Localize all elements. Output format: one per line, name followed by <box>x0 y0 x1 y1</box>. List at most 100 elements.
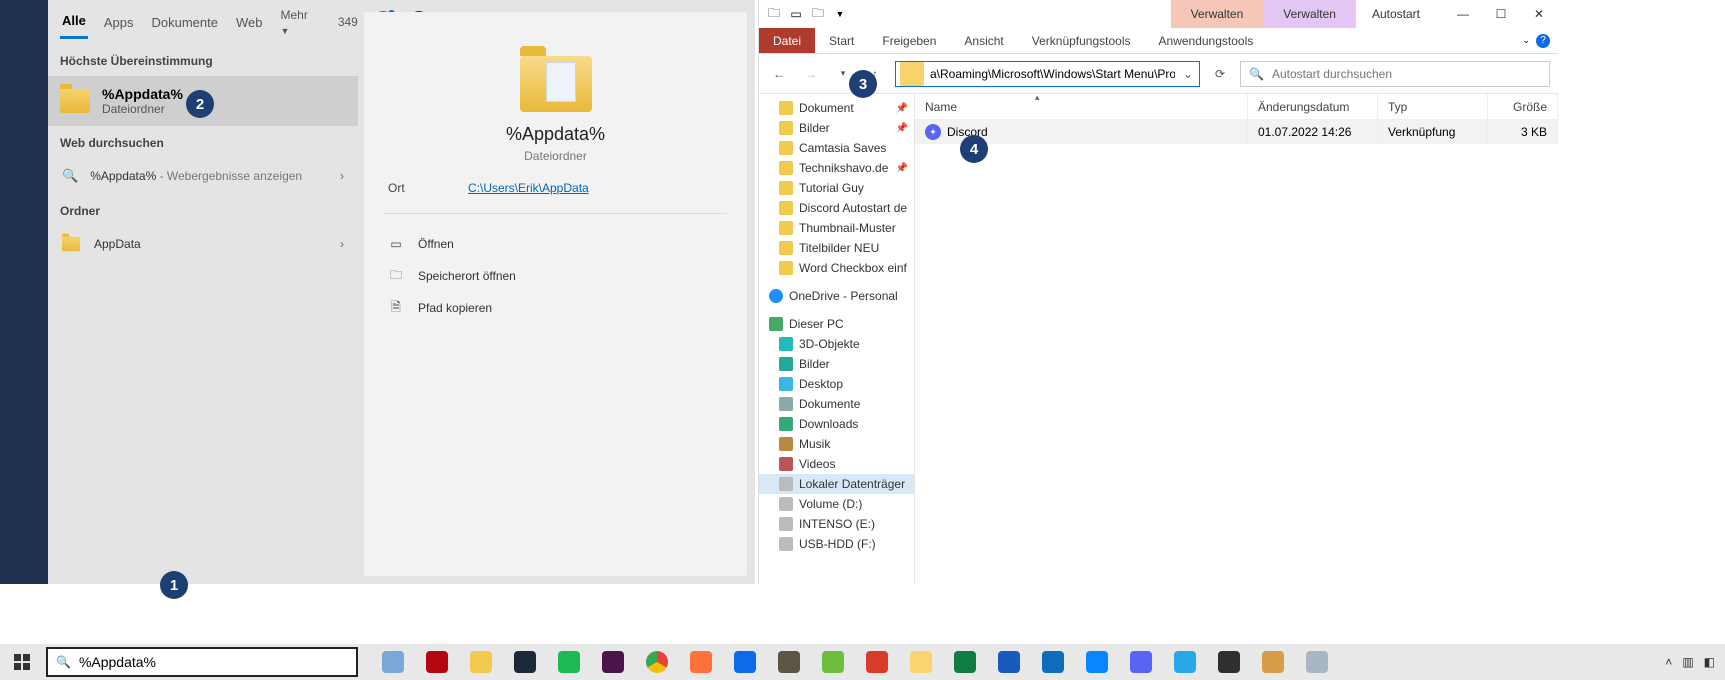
taskbar-app-thunderbird[interactable] <box>1086 651 1108 673</box>
nav-item-pictures[interactable]: Bilder📌 <box>759 118 914 138</box>
taskbar-app-obs[interactable] <box>1218 651 1240 673</box>
folder-icon[interactable]: 🗀 <box>765 5 783 23</box>
taskbar-app-explorer[interactable] <box>470 651 492 673</box>
nav-item-technikshavo[interactable]: Technikshavo.de📌 <box>759 158 914 178</box>
col-type[interactable]: Typ <box>1378 94 1488 119</box>
ribbon-tab-app-tools[interactable]: Anwendungstools <box>1145 28 1268 53</box>
taskbar-app-audacity[interactable] <box>910 651 932 673</box>
taskbar-app-discord[interactable] <box>1130 651 1152 673</box>
taskbar-search-input[interactable] <box>79 654 348 670</box>
taskbar-search-box[interactable]: 🔍 <box>46 647 358 677</box>
taskbar-app-snip[interactable] <box>1262 651 1284 673</box>
tab-apps[interactable]: Apps <box>102 7 136 38</box>
start-button[interactable] <box>0 644 44 680</box>
nav-item-thumbnail-muster[interactable]: Thumbnail-Muster <box>759 218 914 238</box>
nav-item-tutorial-guy[interactable]: Tutorial Guy <box>759 178 914 198</box>
tray-icon[interactable]: ◧ <box>1704 655 1715 669</box>
tab-all[interactable]: Alle <box>60 5 88 39</box>
taskbar-app-generic[interactable] <box>1306 651 1328 673</box>
nav-item-intenso-e[interactable]: INTENSO (E:) <box>759 514 914 534</box>
column-headers[interactable]: ▴ Name Änderungsdatum Typ Größe <box>915 94 1558 120</box>
nav-item-volume-d[interactable]: Volume (D:) <box>759 494 914 514</box>
nav-item-titelbilder[interactable]: Titelbilder NEU <box>759 238 914 258</box>
ribbon-expand-icon[interactable]: ⌄ <box>1522 35 1530 46</box>
taskbar-app-gimp[interactable] <box>778 651 800 673</box>
close-button[interactable]: ✕ <box>1520 0 1558 28</box>
web-search-result[interactable]: 🔍 %Appdata% - Webergebnisse anzeigen › <box>48 158 358 194</box>
taskbar-app-task-view[interactable] <box>382 651 404 673</box>
nav-item-onedrive[interactable]: OneDrive - Personal <box>759 286 914 306</box>
system-tray[interactable]: ˄ ▥ ◧ <box>1665 655 1725 669</box>
ribbon-tab-view[interactable]: Ansicht <box>950 28 1017 53</box>
nav-item-usb-hdd-f[interactable]: USB-HDD (F:) <box>759 534 914 554</box>
tab-more[interactable]: Mehr ▼ <box>278 0 309 45</box>
properties-icon[interactable]: ▭ <box>787 5 805 23</box>
taskbar-app-ccleaner[interactable] <box>866 651 888 673</box>
context-tab-shortcut[interactable]: Verwalten <box>1171 0 1264 28</box>
navigation-pane[interactable]: Dokument📌 Bilder📌 Camtasia Saves Technik… <box>759 94 915 584</box>
taskbar-app-telegram[interactable] <box>1174 651 1196 673</box>
web-search-heading: Web durchsuchen <box>48 126 358 158</box>
ribbon-tab-share[interactable]: Freigeben <box>868 28 950 53</box>
nav-item-pictures-2[interactable]: Bilder <box>759 354 914 374</box>
col-date[interactable]: Änderungsdatum <box>1248 94 1378 119</box>
tray-overflow-icon[interactable]: ˄ <box>1665 655 1672 669</box>
explorer-search-input[interactable] <box>1272 67 1541 81</box>
col-name[interactable]: Name <box>915 94 1248 119</box>
taskbar-app-spotify[interactable] <box>558 651 580 673</box>
action-open[interactable]: ▭ Öffnen <box>384 228 727 260</box>
nav-item-discord-autostart[interactable]: Discord Autostart de <box>759 198 914 218</box>
taskbar-app-excel[interactable] <box>954 651 976 673</box>
taskbar-app-chrome[interactable] <box>646 651 668 673</box>
taskbar-app-outlook[interactable] <box>1042 651 1064 673</box>
col-size[interactable]: Größe <box>1488 94 1558 119</box>
nav-item-this-pc[interactable]: Dieser PC <box>759 314 914 334</box>
taskbar-app-firefox[interactable] <box>690 651 712 673</box>
taskbar-app-netflix[interactable] <box>426 651 448 673</box>
location-link[interactable]: C:\Users\Erik\AppData <box>468 181 589 195</box>
quick-access-toolbar: 🗀 ▭ 🗀 ▼ <box>759 5 855 23</box>
tab-web[interactable]: Web <box>234 7 265 38</box>
explorer-search-box[interactable]: 🔍 <box>1240 61 1550 87</box>
taskbar-app-slack[interactable] <box>602 651 624 673</box>
ribbon-tab-file[interactable]: Datei <box>759 28 815 53</box>
address-bar[interactable]: ⌄ <box>895 61 1200 87</box>
nav-item-3d-objects[interactable]: 3D-Objekte <box>759 334 914 354</box>
address-dropdown-icon[interactable]: ⌄ <box>1177 67 1199 81</box>
taskbar-app-steam[interactable] <box>514 651 536 673</box>
nav-back-button[interactable]: ← <box>767 62 791 86</box>
nav-forward-button[interactable]: → <box>799 62 823 86</box>
file-row-discord[interactable]: ✦Discord 01.07.2022 14:26 Verknüpfung 3 … <box>915 120 1558 144</box>
nav-item-documents[interactable]: Dokument📌 <box>759 98 914 118</box>
tab-documents[interactable]: Dokumente <box>149 7 219 38</box>
action-copy-path[interactable]: 🗎 Pfad kopieren <box>384 292 727 324</box>
folder-heading: Ordner <box>48 194 358 226</box>
tray-icon[interactable]: ▥ <box>1682 655 1693 669</box>
taskbar-app-word[interactable] <box>998 651 1020 673</box>
refresh-button[interactable]: ⟳ <box>1208 67 1232 81</box>
address-input[interactable] <box>928 67 1177 81</box>
minimize-button[interactable]: — <box>1444 0 1482 28</box>
nav-item-downloads[interactable]: Downloads <box>759 414 914 434</box>
action-open-location[interactable]: 🗀 Speicherort öffnen <box>384 260 727 292</box>
taskbar-app-camtasia[interactable] <box>822 651 844 673</box>
context-tab-app[interactable]: Verwalten <box>1263 0 1356 28</box>
open-location-icon: 🗀 <box>388 268 404 284</box>
nav-item-local-disk[interactable]: Lokaler Datenträger <box>759 474 914 494</box>
nav-item-music[interactable]: Musik <box>759 434 914 454</box>
pin-icon: 📌 <box>896 123 908 134</box>
nav-item-videos[interactable]: Videos <box>759 454 914 474</box>
qat-dropdown-icon[interactable]: ▼ <box>831 5 849 23</box>
ribbon-tab-shortcut-tools[interactable]: Verknüpfungstools <box>1018 28 1145 53</box>
folder-result-appdata[interactable]: AppData › <box>48 226 358 262</box>
nav-item-word-checkbox[interactable]: Word Checkbox einf <box>759 258 914 278</box>
nav-item-camtasia[interactable]: Camtasia Saves <box>759 138 914 158</box>
preview-title: %Appdata% <box>384 124 727 145</box>
maximize-button[interactable]: ☐ <box>1482 0 1520 28</box>
new-folder-icon[interactable]: 🗀 <box>809 5 827 23</box>
ribbon-tab-start[interactable]: Start <box>815 28 868 53</box>
nav-item-desktop[interactable]: Desktop <box>759 374 914 394</box>
help-icon[interactable]: ? <box>1536 34 1550 48</box>
taskbar-app-edge[interactable] <box>734 651 756 673</box>
nav-item-documents-2[interactable]: Dokumente <box>759 394 914 414</box>
